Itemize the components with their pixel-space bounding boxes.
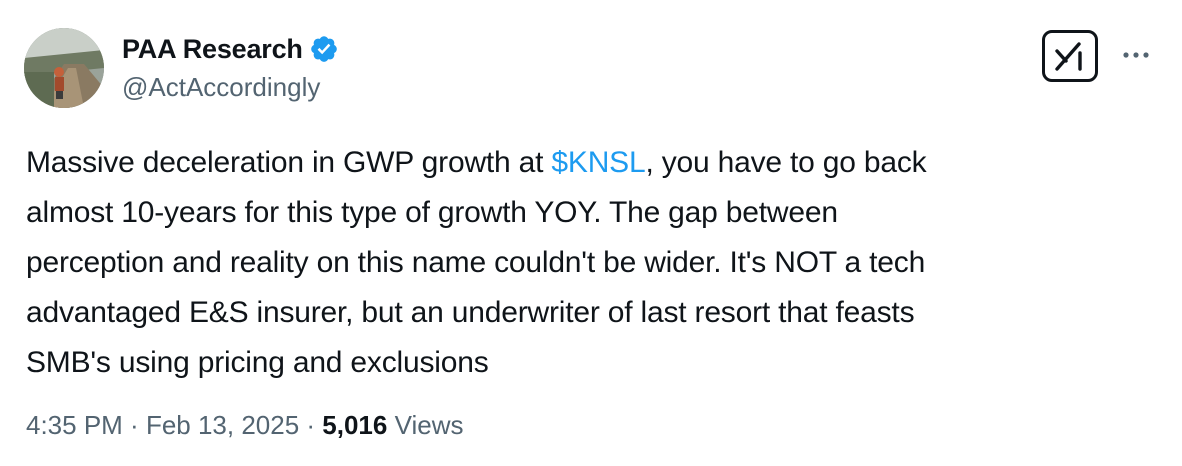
author-name-row: PAA Research: [122, 32, 339, 66]
tweet-card: PAA Research @ActAccordingly Massive dec…: [0, 0, 1182, 466]
author-handle[interactable]: @ActAccordingly: [122, 72, 320, 103]
avatar-image: [24, 28, 104, 108]
meta-separator: ·: [122, 410, 146, 440]
tweet-text-segment: , you have to go back: [645, 146, 927, 179]
tweet-time[interactable]: 4:35 PM: [26, 410, 123, 441]
views-count: 5,016: [322, 410, 388, 440]
tweet-text-line-3: perception and reality on this name coul…: [26, 246, 926, 279]
tweet-meta: 4:35 PM · Feb 13, 2025 · 5,016 Views: [26, 410, 463, 441]
cashtag-link[interactable]: $KNSL: [551, 146, 645, 179]
more-options-button[interactable]: [1120, 40, 1152, 70]
views-label: Views: [387, 410, 464, 440]
grok-icon: [1055, 42, 1082, 71]
author-display-name[interactable]: PAA Research: [122, 34, 303, 65]
tweet-text-line-2: almost 10-years for this type of growth …: [26, 196, 838, 229]
verified-badge-icon: [309, 34, 339, 64]
tweet-text: Massive deceleration in GWP growth at $K…: [26, 138, 1146, 388]
tweet-text-line-1: Massive deceleration in GWP growth at $K…: [26, 138, 1146, 188]
tweet-text-segment: Massive deceleration in GWP growth at: [26, 146, 552, 179]
tweet-date[interactable]: Feb 13, 2025: [146, 410, 299, 441]
meta-separator: ·: [299, 410, 323, 440]
tweet-text-line-5: SMB's using pricing and exclusions: [26, 346, 489, 379]
avatar[interactable]: [24, 28, 104, 108]
more-options-icon: [1123, 52, 1149, 58]
grok-button[interactable]: [1042, 30, 1098, 82]
tweet-text-line-4: advantaged E&S insurer, but an underwrit…: [26, 296, 915, 329]
